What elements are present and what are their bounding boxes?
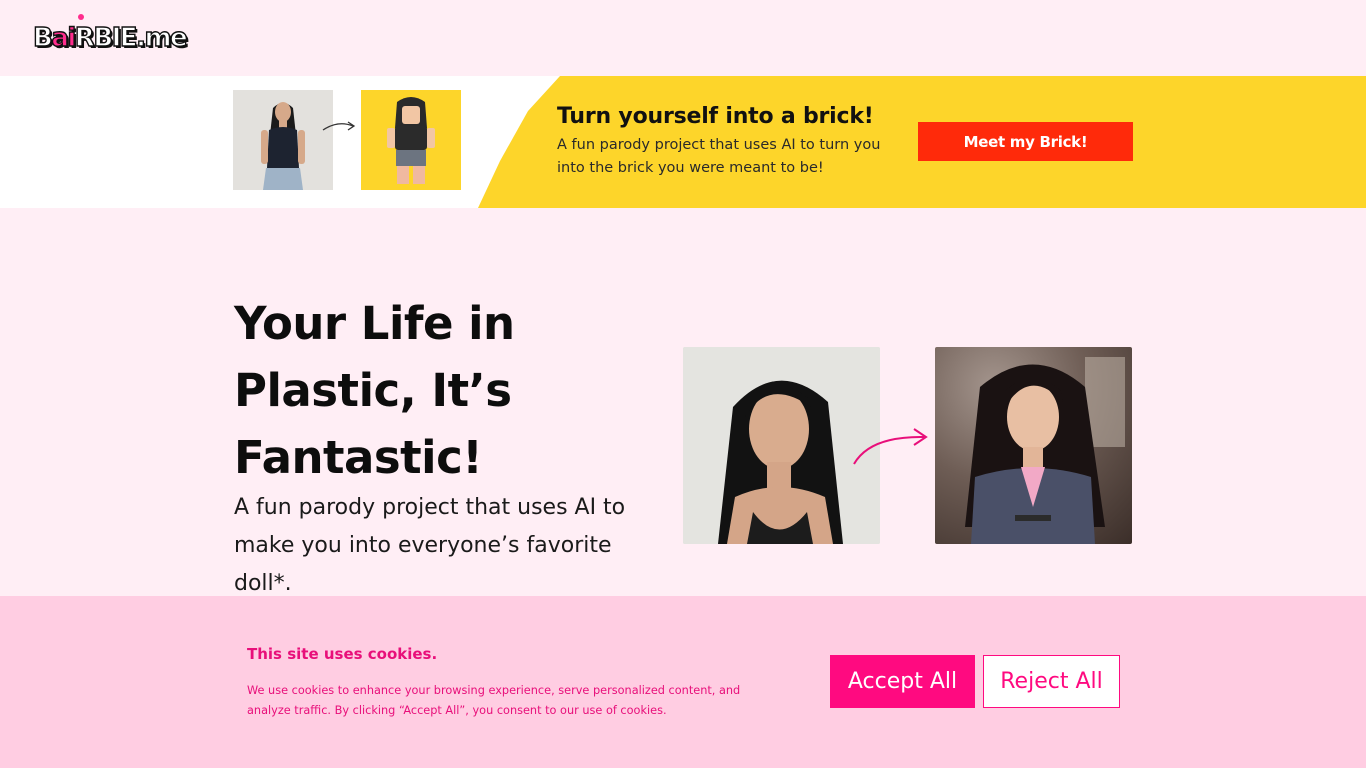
banner-title: Turn yourself into a brick! <box>557 104 874 129</box>
banner-description: A fun parody project that uses AI to tur… <box>557 137 881 176</box>
banner-brick-figure <box>361 90 461 190</box>
cookie-title: This site uses cookies. <box>247 645 438 663</box>
hero-title: Your Life in Plastic, It’s Fantastic! <box>234 297 515 484</box>
sparkle-icon <box>78 14 84 20</box>
site-header: BaiRBIE.me <box>0 0 1366 76</box>
curved-arrow-icon <box>850 422 932 472</box>
cookie-description: We use cookies to enhance your browsing … <box>247 684 741 717</box>
reject-all-button[interactable]: Reject All <box>983 655 1120 708</box>
meet-my-brick-button[interactable]: Meet my Brick! <box>918 122 1133 161</box>
bairbie-logo[interactable]: BaiRBIE.me <box>32 14 188 54</box>
arrow-right-icon <box>320 116 358 140</box>
logo-text-ai: ai <box>51 22 77 53</box>
brick-promo-banner: Turn yourself into a brick! A fun parody… <box>0 76 1366 208</box>
hero-after-doll-photo <box>935 347 1132 544</box>
hero-description: A fun parody project that uses AI to mak… <box>234 495 626 596</box>
banner-before-photo <box>233 90 333 190</box>
logo-text-suffix: RBIE.me <box>74 22 188 53</box>
cookie-consent-banner: This site uses cookies. We use cookies t… <box>0 596 1366 768</box>
accept-all-button[interactable]: Accept All <box>830 655 975 708</box>
logo-text-prefix: B <box>32 22 53 53</box>
